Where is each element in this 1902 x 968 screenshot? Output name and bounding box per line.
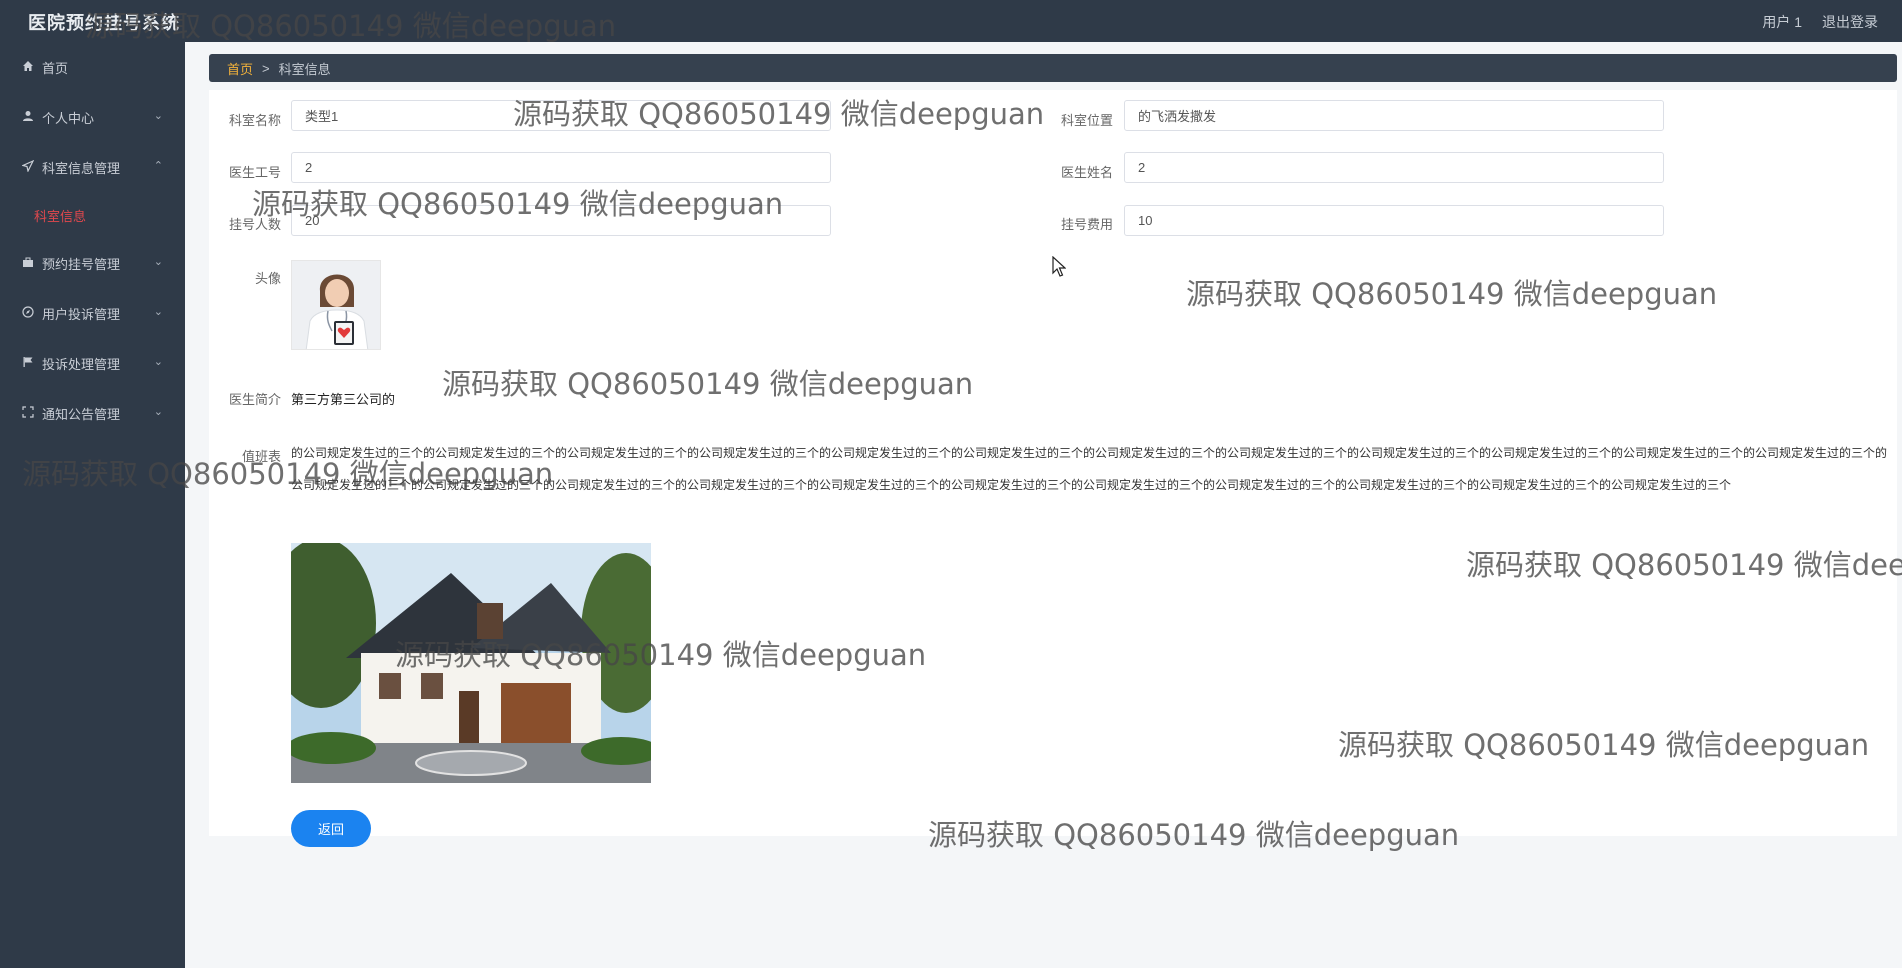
dept-name-field[interactable]: 类型1	[291, 100, 831, 131]
detail-panel: 科室名称 类型1 科室位置 的飞洒发撒发 医生工号 2 医生姓名 2 挂号人数 …	[209, 90, 1897, 847]
sidebar-item-home[interactable]: 首页	[0, 42, 185, 92]
chevron-up-icon: ⌃	[153, 160, 163, 172]
sidebar-subitem-dept-info[interactable]: 科室信息	[0, 192, 185, 238]
sidebar-item-label: 首页	[42, 60, 69, 76]
sidebar-item-appointment-management[interactable]: 预约挂号管理 ⌄	[0, 238, 185, 288]
mouse-cursor-icon	[1052, 255, 1067, 278]
chevron-down-icon: ⌄	[153, 110, 163, 122]
user-icon	[20, 110, 36, 125]
doctor-name-field[interactable]: 2	[1124, 152, 1664, 183]
compass-icon	[20, 305, 36, 321]
logout-link[interactable]: 退出登录	[1822, 12, 1878, 32]
sidebar-item-label: 通知公告管理	[42, 406, 121, 422]
sidebar-item-notice-management[interactable]: 通知公告管理 ⌄	[0, 388, 185, 438]
breadcrumb-current: 科室信息	[278, 61, 331, 77]
top-bar: 医院预约挂号系统 用户 1 退出登录	[0, 0, 1902, 42]
user-actions: 用户 1 退出登录	[1762, 12, 1878, 32]
reg-fee-label: 挂号费用	[1060, 217, 1113, 232]
chevron-down-icon: ⌄	[153, 256, 163, 268]
sidebar-item-complaint-handling[interactable]: 投诉处理管理 ⌄	[0, 338, 185, 388]
dept-location-label: 科室位置	[1060, 113, 1113, 128]
sidebar-item-profile[interactable]: 个人中心 ⌄	[0, 92, 185, 142]
sidebar-item-label: 预约挂号管理	[42, 256, 121, 272]
sidebar: 首页 个人中心 ⌄ 科室信息管理 ⌃ 科室信息 预约挂号管理 ⌄ 用户投诉管理 …	[0, 42, 185, 968]
doctor-id-field[interactable]: 2	[291, 152, 831, 183]
reg-fee-field[interactable]: 10	[1124, 205, 1664, 236]
reg-count-label: 挂号人数	[228, 217, 281, 232]
chevron-down-icon: ⌄	[153, 356, 163, 368]
breadcrumb: 首页 > 科室信息	[209, 54, 1897, 82]
app-title: 医院预约挂号系统	[28, 13, 180, 33]
chevron-down-icon: ⌄	[153, 306, 163, 318]
schedule-label: 值班表	[241, 449, 281, 464]
sidebar-item-complaint-management[interactable]: 用户投诉管理 ⌄	[0, 288, 185, 338]
user-menu[interactable]: 用户 1	[1762, 12, 1802, 32]
flag-icon	[20, 356, 36, 371]
intro-value: 第三方第三公司的	[291, 392, 396, 407]
schedule-image	[291, 543, 651, 783]
sidebar-item-dept-management[interactable]: 科室信息管理 ⌃	[0, 142, 185, 192]
send-icon	[20, 159, 36, 175]
main-content: 首页 > 科室信息 科室名称 类型1 科室位置 的飞洒发撒发 医生工号 2 医生…	[185, 42, 1902, 968]
back-button[interactable]: 返回	[291, 810, 371, 847]
home-icon	[20, 60, 36, 75]
chevron-down-icon: ⌄	[153, 406, 163, 418]
doctor-id-label: 医生工号	[228, 165, 281, 180]
breadcrumb-home-link[interactable]: 首页	[227, 59, 253, 78]
doctor-name-label: 医生姓名	[1060, 165, 1113, 180]
sidebar-item-label: 个人中心	[42, 110, 95, 126]
avatar-label: 头像	[254, 271, 281, 286]
reg-count-field[interactable]: 20	[291, 205, 831, 236]
breadcrumb-separator: >	[262, 60, 270, 76]
intro-label: 医生简介	[228, 392, 281, 407]
doctor-avatar-image	[291, 260, 381, 350]
schedule-value: 的公司规定发生过的三个的公司规定发生过的三个的公司规定发生过的三个的公司规定发生…	[291, 446, 1888, 492]
dept-name-label: 科室名称	[228, 113, 281, 128]
briefcase-icon	[20, 256, 36, 271]
dept-location-field[interactable]: 的飞洒发撒发	[1124, 100, 1664, 131]
sidebar-item-label: 科室信息管理	[42, 160, 121, 176]
expand-icon	[20, 405, 36, 421]
sidebar-item-label: 用户投诉管理	[42, 306, 121, 322]
sidebar-item-label: 投诉处理管理	[42, 356, 121, 372]
